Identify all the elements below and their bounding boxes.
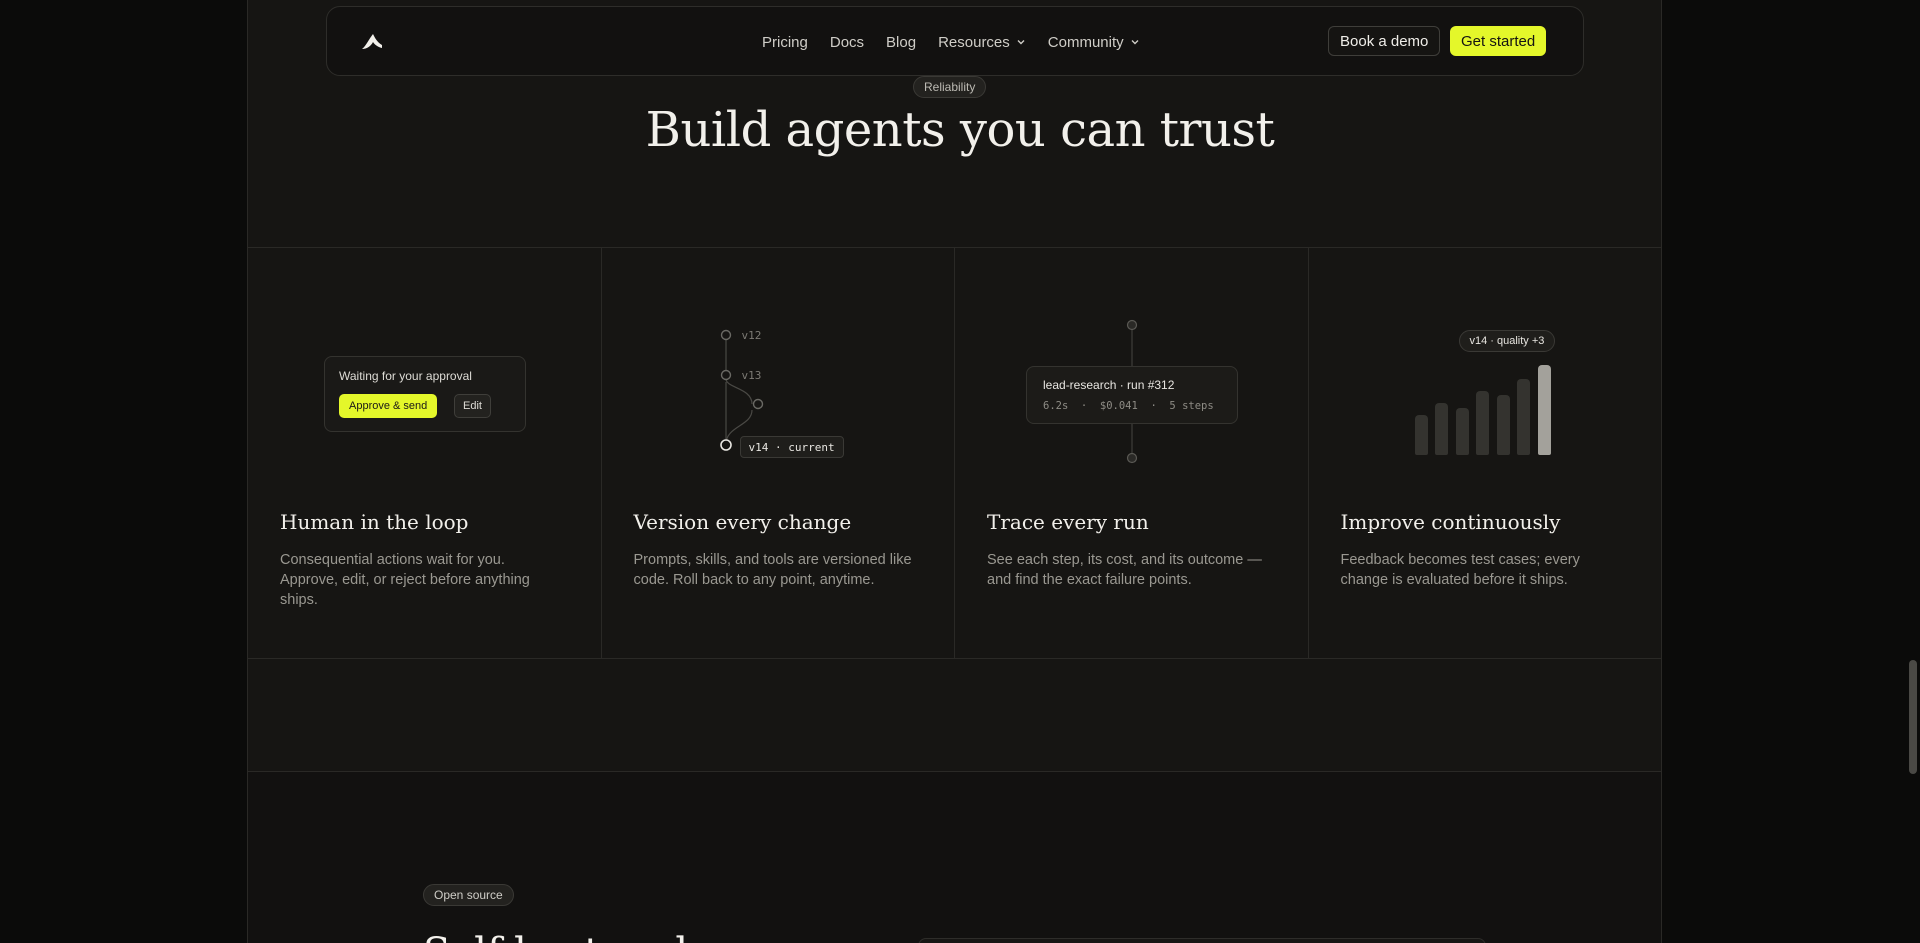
- approve-send-button[interactable]: Approve & send: [339, 394, 438, 418]
- card-desc: See each step, its cost, and its outcome…: [987, 552, 1262, 588]
- quality-badge: v14 · quality +3: [1458, 330, 1556, 352]
- card-desc: Prompts, skills, and tools are versioned…: [633, 552, 912, 588]
- quality-bar: [1435, 403, 1448, 455]
- quality-bar: [1537, 365, 1551, 455]
- card-title: Version every change: [633, 510, 852, 534]
- quality-bar: [1496, 395, 1510, 455]
- trace-run-title: lead-research · run #312: [1043, 378, 1175, 392]
- chevron-down-icon: [1017, 40, 1025, 45]
- section-title: Build agents you can trust: [645, 102, 1275, 158]
- edit-button[interactable]: Edit: [454, 394, 491, 418]
- nav-link-pricing[interactable]: Pricing: [762, 34, 808, 51]
- feature-grid: Waiting for your approval Approve & send…: [248, 247, 1663, 659]
- trace-run-card[interactable]: lead-research · run #312 6.2s · $0.041 ·…: [1026, 366, 1238, 424]
- scrollbar-thumb[interactable]: [1909, 660, 1917, 774]
- feature-card-human-loop: Waiting for your approval Approve & send…: [248, 248, 602, 659]
- approval-widget: Waiting for your approval Approve & send…: [324, 356, 526, 432]
- nav-link-resources[interactable]: Resources: [938, 34, 1026, 51]
- version-label-v13: v13: [741, 369, 762, 382]
- card-title: Human in the loop: [280, 510, 469, 534]
- quality-bar: [1517, 379, 1530, 455]
- nav-link-blog[interactable]: Blog: [886, 34, 916, 51]
- quality-bar-chart: [1414, 355, 1555, 455]
- page-scrollbar[interactable]: [1906, 0, 1920, 943]
- reliability-pill: Reliability: [913, 76, 987, 98]
- version-label-v12: v12: [741, 329, 762, 342]
- trace-run-meta: 6.2s · $0.041 · 5 steps: [1043, 400, 1214, 412]
- feature-card-trace: lead-research · run #312 6.2s · $0.041 ·…: [955, 248, 1309, 659]
- open-source-title: Self-host and: [423, 930, 688, 943]
- code-panel-edge: [918, 938, 1486, 943]
- divider-band: [248, 658, 1661, 771]
- chevron-down-icon: [1131, 40, 1139, 45]
- quality-bar: [1414, 415, 1428, 455]
- nav-link-docs[interactable]: Docs: [830, 34, 864, 51]
- top-nav: Pricing Docs Blog Resources Community Bo…: [326, 6, 1584, 76]
- feature-card-versioning: v12 v13 v14 · current Version every chan…: [602, 248, 955, 659]
- get-started-button[interactable]: Get started: [1450, 26, 1547, 56]
- nav-links: Pricing Docs Blog Resources Community: [762, 7, 1162, 77]
- open-source-pill: Open source: [423, 884, 514, 906]
- book-demo-button[interactable]: Book a demo: [1328, 26, 1441, 56]
- approval-text: Waiting for your approval: [339, 369, 472, 383]
- quality-bar: [1476, 391, 1489, 455]
- nav-link-community[interactable]: Community: [1048, 34, 1140, 51]
- brand-logo-icon[interactable]: [359, 29, 385, 55]
- card-desc: Feedback becomes test cases; every chang…: [1340, 552, 1580, 588]
- feature-card-improve: v14 · quality +3 Improve continuously Fe…: [1309, 248, 1663, 659]
- card-title: Improve continuously: [1340, 510, 1561, 534]
- version-current-tag: v14 · current: [739, 436, 844, 458]
- card-title: Trace every run: [987, 510, 1149, 534]
- quality-bar: [1455, 408, 1469, 455]
- card-desc: Consequential actions wait for you. Appr…: [280, 552, 530, 608]
- open-source-section: [248, 771, 1661, 943]
